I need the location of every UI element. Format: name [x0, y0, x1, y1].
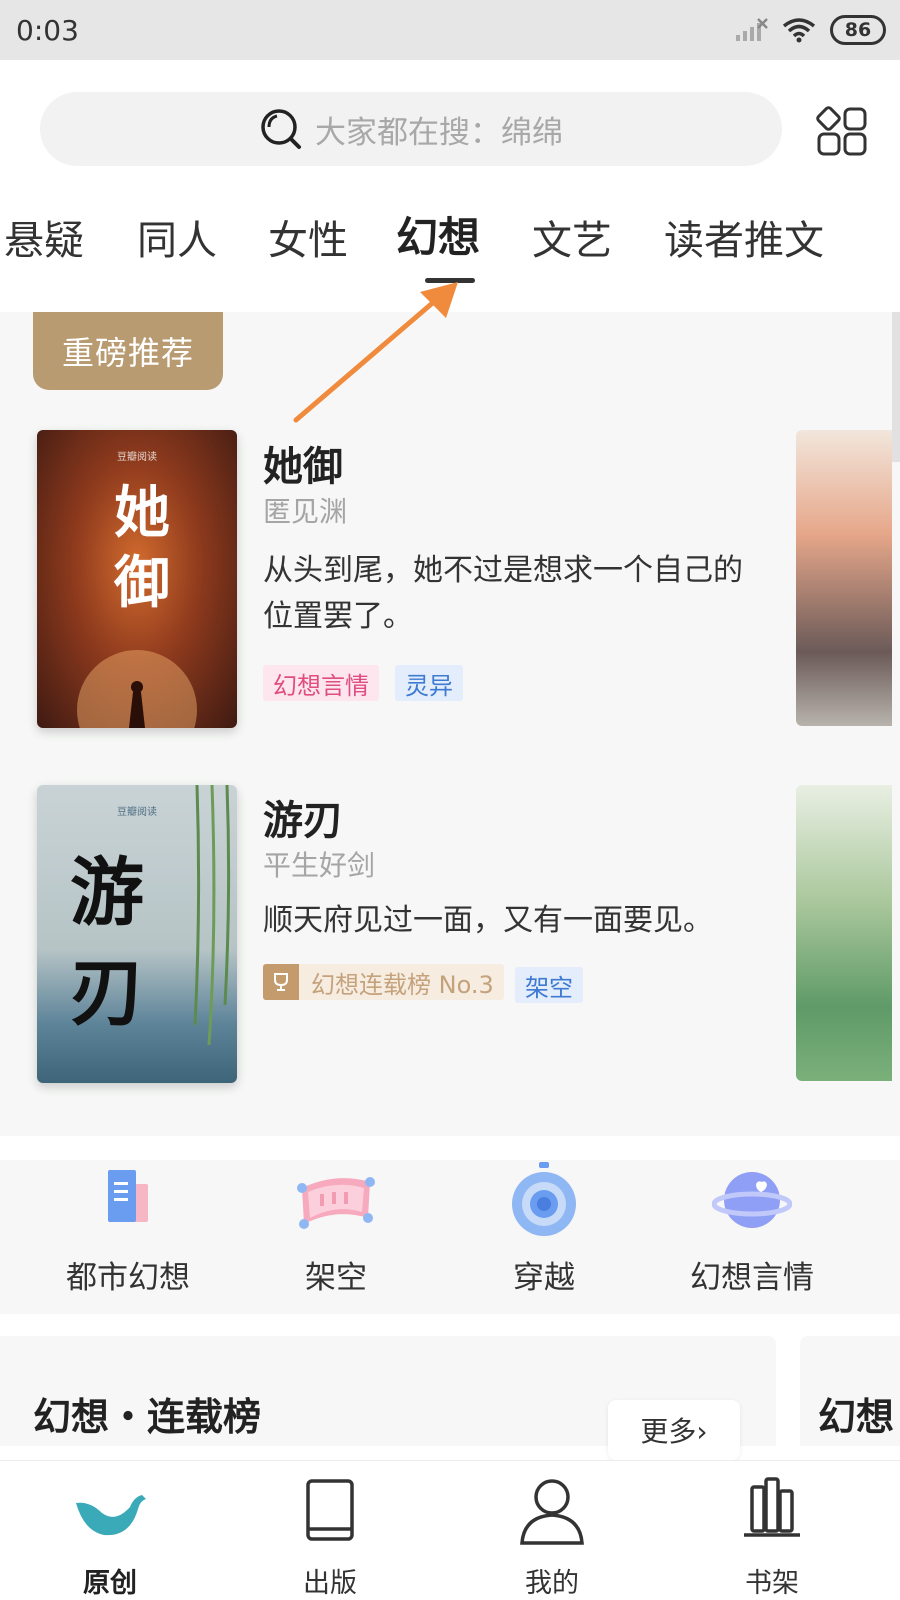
category-label: 穿越 — [513, 1260, 575, 1296]
nav-publishing[interactable]: 出版 — [260, 1473, 400, 1600]
category-alt-history[interactable]: 架空 — [236, 1160, 436, 1297]
trophy-icon — [263, 964, 299, 1000]
ranking-title: 幻想・连载榜 — [33, 1395, 262, 1439]
cover-figure-art — [77, 650, 197, 728]
category-label: 架空 — [305, 1260, 367, 1296]
active-tab-indicator — [425, 278, 475, 283]
tab-fanfic[interactable]: 同人 — [137, 208, 217, 266]
category-time-travel[interactable]: 穿越 — [444, 1160, 644, 1297]
search-bar[interactable]: 大家都在搜：绵绵 — [40, 92, 782, 166]
tab-fantasy[interactable]: 幻想 — [396, 204, 480, 265]
tab-reader-picks[interactable]: 读者推文 — [664, 208, 824, 266]
tab-suspense[interactable]: 悬疑 — [4, 208, 84, 266]
genre-tag[interactable]: 幻想言情 — [263, 665, 379, 701]
next-book-cover[interactable] — [796, 785, 892, 1081]
nav-label: 我的 — [525, 1568, 579, 1599]
ranking-card-next[interactable]: 幻想 — [800, 1336, 900, 1446]
bookshelf-icon — [744, 1477, 800, 1537]
cover-willow-art — [193, 785, 231, 1046]
search-placeholder: 大家都在搜：绵绵 — [315, 114, 563, 151]
bird-icon — [76, 1495, 146, 1536]
category-label: 都市幻想 — [66, 1260, 190, 1296]
ranking-tag-label: 幻想连载榜 No.3 — [311, 970, 494, 999]
book-icon — [306, 1479, 354, 1541]
wifi-icon — [782, 18, 816, 43]
ranking-tag[interactable]: 幻想连载榜 No.3 — [263, 964, 504, 1000]
ranking-title-peek: 幻想 — [818, 1395, 895, 1439]
book-cover[interactable]: 豆瓣阅读 她御 — [37, 430, 237, 728]
book-cover[interactable]: 豆瓣阅读 游刃 — [37, 785, 237, 1083]
cover-title: 她御 — [114, 480, 170, 616]
clock-portal-icon — [512, 1162, 576, 1236]
apps-grid-icon[interactable] — [816, 106, 868, 158]
tab-literary[interactable]: 文艺 — [532, 208, 612, 266]
category-label: 幻想言情 — [690, 1260, 814, 1296]
nav-mine[interactable]: 我的 — [482, 1473, 622, 1600]
featured-badge: 重磅推荐 — [33, 312, 223, 390]
book-description: 顺天府见过一面，又有一面要见。 — [263, 903, 713, 938]
nav-original[interactable]: 原创 — [40, 1473, 180, 1600]
book-title[interactable]: 她御 — [263, 434, 343, 492]
battery-indicator: 86 — [830, 15, 886, 45]
book-author[interactable]: 匿见渊 — [263, 490, 347, 530]
more-button[interactable]: 更多› — [608, 1400, 740, 1460]
subcategory-bar: 都市幻想 架空 穿越 幻想言情 — [0, 1160, 900, 1314]
genre-tag[interactable]: 灵异 — [395, 665, 463, 701]
signal-icon — [736, 18, 768, 41]
book-title[interactable]: 游刃 — [263, 788, 343, 846]
nav-label: 原创 — [83, 1568, 137, 1599]
cover-brand: 豆瓣阅读 — [117, 452, 157, 463]
bottom-navigation: 原创 出版 我的 书架 — [0, 1460, 900, 1600]
category-fantasy-romance[interactable]: 幻想言情 — [652, 1160, 852, 1297]
genre-tag[interactable]: 架空 — [515, 967, 583, 1003]
scroll-icon — [297, 1177, 375, 1229]
status-bar: 0:03 86 — [0, 0, 900, 60]
category-tabs: 悬疑 同人 女性 幻想 文艺 读者推文 — [0, 208, 900, 278]
nav-label: 书架 — [745, 1568, 799, 1599]
tab-female[interactable]: 女性 — [268, 208, 348, 266]
planet-icon — [711, 1172, 793, 1228]
book-author[interactable]: 平生好剑 — [263, 844, 375, 884]
nav-bookshelf[interactable]: 书架 — [702, 1473, 842, 1600]
nav-label: 出版 — [303, 1568, 357, 1599]
book-description: 从头到尾，她不过是想求一个自己的位置罢了。 — [263, 553, 743, 634]
status-icons: 86 — [734, 14, 886, 46]
cover-title: 游刃 — [70, 850, 144, 1036]
category-urban-fantasy[interactable]: 都市幻想 — [28, 1160, 228, 1297]
next-book-cover[interactable] — [796, 430, 892, 726]
scrollbar[interactable] — [892, 312, 900, 462]
book-stack-icon — [108, 1170, 148, 1222]
status-time: 0:03 — [16, 14, 79, 47]
search-icon — [261, 109, 301, 149]
person-icon — [520, 1479, 584, 1545]
